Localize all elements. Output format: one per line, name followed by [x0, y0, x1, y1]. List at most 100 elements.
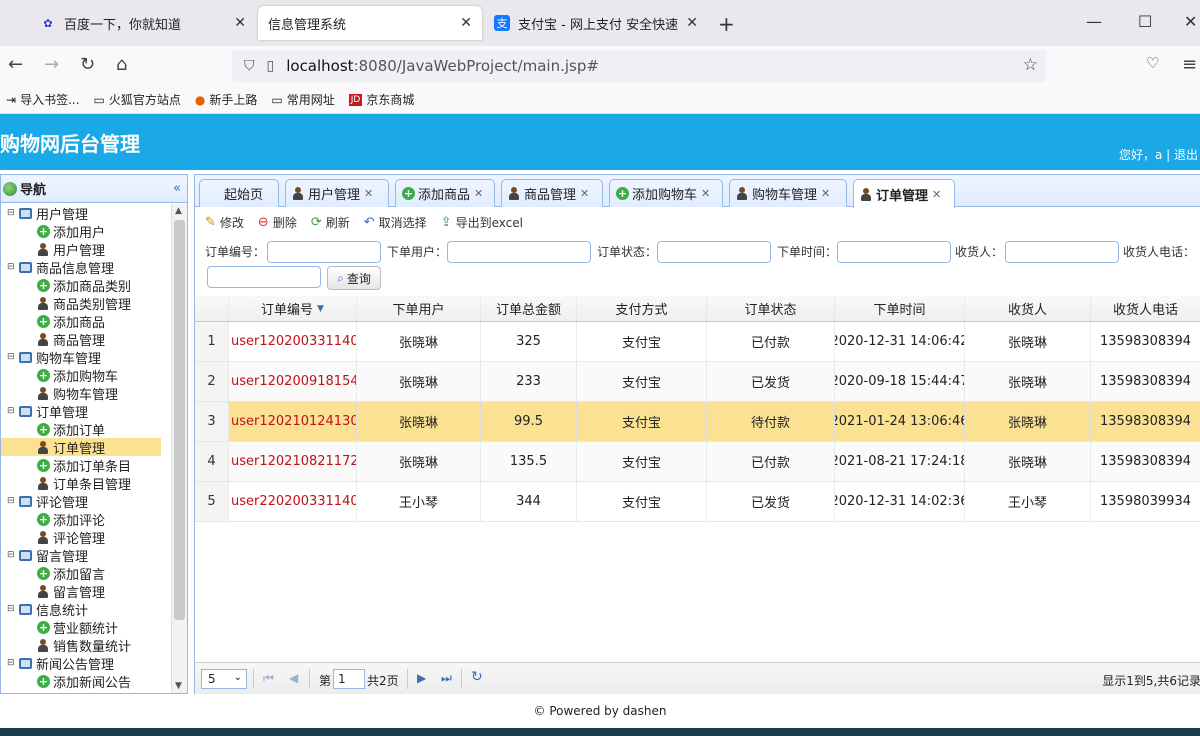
forward-icon[interactable]: →	[44, 54, 59, 75]
panel-tab[interactable]: 用户管理 ✕	[285, 179, 389, 207]
collapse-toggle-icon[interactable]: ⊟	[7, 496, 17, 506]
bookmark-common[interactable]: ▭ 常用网址	[271, 91, 334, 108]
menu-icon[interactable]: ≡	[1182, 54, 1197, 75]
back-icon[interactable]: ←	[8, 54, 23, 75]
column-header[interactable]: 下单用户	[357, 296, 481, 321]
table-row[interactable]: 1 user1202003311406 张晓琳 325 支付宝 已付款 2020-12-31…	[195, 322, 1200, 362]
collapse-icon[interactable]: «	[173, 181, 181, 196]
scroll-down-icon[interactable]: ▼	[175, 681, 182, 691]
time-input[interactable]	[837, 241, 951, 263]
close-icon[interactable]: ✕	[474, 187, 483, 200]
scroll-up-icon[interactable]: ▲	[175, 206, 182, 216]
sidebar-item[interactable]: 商品管理	[1, 330, 171, 349]
sidebar-item[interactable]: 用户管理	[1, 240, 171, 259]
shield-icon[interactable]: ⛉	[244, 58, 255, 74]
bookmark-getting-started[interactable]: ● 新手上路	[195, 91, 258, 108]
sidebar-group[interactable]: ⊟ 信息统计	[1, 600, 171, 619]
url-bar[interactable]: ⛉ ▯ localhost:8080/JavaWebProject/main.j…	[232, 50, 1046, 82]
maximize-icon[interactable]: ☐	[1138, 12, 1152, 31]
sidebar-group[interactable]: ⊟ 用户管理	[1, 204, 171, 223]
close-icon[interactable]: ✕	[686, 15, 698, 31]
column-header[interactable]: 支付方式	[577, 296, 707, 321]
query-button[interactable]: ⌕ 查询	[327, 266, 381, 290]
edit-button[interactable]: ✎ 修改	[205, 214, 244, 231]
collapse-toggle-icon[interactable]: ⊟	[7, 658, 17, 668]
close-icon[interactable]: ✕	[701, 187, 710, 200]
sidebar-item[interactable]: + 添加购物车	[1, 366, 171, 385]
close-icon[interactable]: ✕	[821, 187, 830, 200]
minimize-icon[interactable]: —	[1086, 12, 1102, 31]
page-number-input[interactable]: 1	[333, 669, 365, 689]
collapse-toggle-icon[interactable]: ⊟	[7, 604, 17, 614]
sidebar-item[interactable]: + 添加评论	[1, 510, 171, 529]
sidebar-group[interactable]: ⊟ 新闻公告管理	[1, 654, 171, 673]
last-page-icon[interactable]: ⏭	[441, 671, 452, 686]
sidebar-group[interactable]: ⊟ 商品信息管理	[1, 258, 171, 277]
sidebar-item[interactable]: 购物车管理	[1, 384, 171, 403]
column-header[interactable]: 订单状态	[707, 296, 835, 321]
sidebar-group[interactable]: ⊟ 留言管理	[1, 546, 171, 565]
next-page-icon[interactable]: ▶	[417, 671, 426, 685]
reload-icon[interactable]: ↻	[80, 54, 95, 75]
phone-input[interactable]	[207, 266, 321, 288]
panel-tab[interactable]: 订单管理 ✕	[853, 179, 955, 208]
first-page-icon[interactable]: ⏮	[263, 671, 274, 686]
sidebar-item[interactable]: + 添加商品类别	[1, 276, 171, 295]
panel-tab[interactable]: + 添加商品 ✕	[395, 179, 495, 207]
panel-tab[interactable]: 购物车管理 ✕	[729, 179, 847, 207]
sidebar-item[interactable]: + 添加用户	[1, 222, 171, 241]
bookmark-firefox[interactable]: ▭ 火狐官方站点	[94, 91, 181, 108]
user-input[interactable]	[447, 241, 591, 263]
delete-button[interactable]: ⊖ 删除	[258, 214, 297, 231]
welcome-logout[interactable]: 您好，a | 退出	[1119, 146, 1198, 163]
sidebar-item[interactable]: + 添加订单	[1, 420, 171, 439]
collapse-toggle-icon[interactable]: ⊟	[7, 406, 17, 416]
collapse-toggle-icon[interactable]: ⊟	[7, 208, 17, 218]
collapse-toggle-icon[interactable]: ⊟	[7, 262, 17, 272]
export-excel-button[interactable]: ⇪ 导出到excel	[441, 214, 523, 231]
sidebar-item[interactable]: 销售数量统计	[1, 636, 171, 655]
browser-tab-baidu[interactable]: ✿ 百度一下，你就知道 ✕	[30, 6, 256, 40]
close-icon[interactable]: ✕	[932, 188, 941, 201]
sidebar-item[interactable]: 商品类别管理	[1, 294, 171, 313]
sidebar-item[interactable]: + 营业额统计	[1, 618, 171, 637]
panel-tab[interactable]: 起始页	[199, 179, 279, 207]
cancel-select-button[interactable]: ↶ 取消选择	[364, 214, 427, 231]
column-header[interactable]: 收货人电话	[1091, 296, 1200, 321]
bookmark-jd[interactable]: JD 京东商城	[348, 91, 414, 108]
pocket-icon[interactable]: ♡	[1146, 54, 1159, 72]
sidebar-item[interactable]: 评论管理	[1, 528, 171, 547]
collapse-toggle-icon[interactable]: ⊟	[7, 550, 17, 560]
table-row[interactable]: 4 user1202108211724 张晓琳 135.5 支付宝 已付款 2021-08-…	[195, 442, 1200, 482]
sidebar-group[interactable]: ⊟ 订单管理	[1, 402, 171, 421]
collapse-toggle-icon[interactable]: ⊟	[7, 352, 17, 362]
sidebar-scrollbar[interactable]: ▲ ▼	[171, 204, 187, 693]
sidebar-item[interactable]: + 添加留言	[1, 564, 171, 583]
prev-page-icon[interactable]: ◀	[289, 671, 298, 685]
bookmark-import[interactable]: ⇥ 导入书签...	[6, 91, 80, 108]
close-icon[interactable]: ✕	[234, 15, 246, 31]
sidebar-item[interactable]: + 添加订单条目	[1, 456, 171, 475]
close-icon[interactable]: ✕	[460, 15, 472, 31]
sidebar-item[interactable]: + 添加新闻公告	[1, 672, 171, 691]
close-icon[interactable]: ✕	[580, 187, 589, 200]
table-row[interactable]: 5 user2202003311402 王小琴 344 支付宝 已发货 2020-12-31…	[195, 482, 1200, 522]
sidebar-group[interactable]: ⊟ 评论管理	[1, 492, 171, 511]
column-header[interactable]: 订单编号 ▼	[229, 296, 357, 321]
sidebar-item[interactable]: + 添加商品	[1, 312, 171, 331]
bookmark-star-icon[interactable]: ☆	[1023, 55, 1038, 75]
sidebar-item[interactable]: 订单条目管理	[1, 474, 171, 493]
sidebar-group[interactable]: ⊟ 购物车管理	[1, 348, 171, 367]
sidebar-item[interactable]: 留言管理	[1, 582, 171, 601]
order-no-input[interactable]	[267, 241, 381, 263]
column-header[interactable]: 下单时间	[835, 296, 965, 321]
status-input[interactable]	[657, 241, 771, 263]
sidebar-item[interactable]: 订单管理	[1, 438, 161, 457]
close-icon[interactable]: ✕	[364, 187, 373, 200]
receiver-input[interactable]	[1005, 241, 1119, 263]
window-close-icon[interactable]: ✕	[1184, 12, 1197, 31]
column-header[interactable]: 订单总金额	[481, 296, 577, 321]
column-header[interactable]: 收货人	[965, 296, 1091, 321]
new-tab-icon[interactable]: +	[718, 12, 735, 36]
table-row[interactable]: 3 user1202101241306 张晓琳 99.5 支付宝 待付款 2021-01-2…	[195, 402, 1200, 442]
